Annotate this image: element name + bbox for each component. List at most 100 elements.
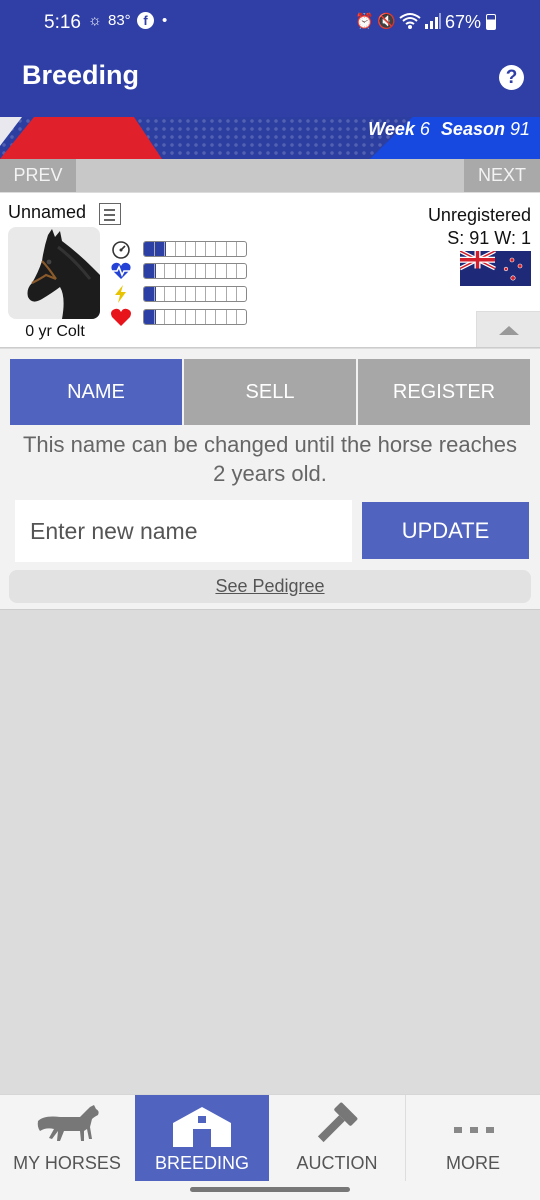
alarm-icon: ⏰ <box>355 13 374 30</box>
stat-bar-segment <box>164 310 166 324</box>
weather-icon: ☼ <box>88 12 102 29</box>
see-pedigree-link[interactable]: See Pedigree <box>9 570 531 603</box>
stat-bar-segment <box>174 264 176 278</box>
tab-name[interactable]: NAME <box>10 359 182 425</box>
registration-status: Unregistered <box>427 205 531 225</box>
stat-bar-segment <box>225 242 227 256</box>
lightning-icon <box>110 284 132 304</box>
nav-auction[interactable]: AUCTION <box>270 1095 404 1181</box>
stat-bar-segment <box>215 310 217 324</box>
stat-bar <box>143 286 247 302</box>
season-banner: Week 6 Season 91 <box>0 117 540 159</box>
next-button[interactable]: NEXT <box>464 159 540 192</box>
heartbeat-icon <box>110 261 132 281</box>
stat-bar-segment <box>235 310 237 324</box>
week-label: Week <box>368 119 415 139</box>
tab-sell[interactable]: SELL <box>184 359 356 425</box>
stat-bar <box>143 241 247 257</box>
home-indicator[interactable] <box>190 1187 350 1192</box>
nav-label: MY HORSES <box>13 1153 121 1173</box>
gavel-icon <box>270 1101 404 1149</box>
heart-icon <box>110 307 132 327</box>
horse-name: Unnamed <box>8 202 87 222</box>
week-value: 6 <box>419 119 430 139</box>
nav-my-horses[interactable]: MY HORSES <box>0 1095 134 1181</box>
stat-bar-segment <box>205 310 207 324</box>
app-header: 5:16 ☼ 83° f • ⏰ 🔇 67% Breeding ? <box>0 0 540 117</box>
wifi-icon <box>399 12 421 34</box>
more-dots-icon <box>406 1101 540 1149</box>
stat-bar-segment <box>184 287 186 301</box>
chevron-up-icon <box>499 326 519 335</box>
facebook-icon: f <box>137 12 154 29</box>
stat-bar-segment <box>215 264 217 278</box>
status-temperature: 83° <box>108 12 131 29</box>
stat-bar-segment <box>184 242 186 256</box>
prev-button[interactable]: PREV <box>0 159 76 192</box>
rename-note: This name can be changed until the horse… <box>22 432 518 486</box>
page-title: Breeding <box>22 60 140 90</box>
barn-icon <box>135 1101 269 1149</box>
battery-level: 67% <box>445 12 496 33</box>
collapse-button[interactable] <box>476 311 540 347</box>
stat-bar-segment <box>225 310 227 324</box>
horse-portrait[interactable] <box>8 227 100 319</box>
nav-label: MORE <box>446 1153 500 1173</box>
stat-bar-segment <box>205 264 207 278</box>
stat-bar-segment <box>154 242 156 256</box>
action-panel: NAME SELL REGISTER This name can be chan… <box>0 349 540 610</box>
stat-bar-segment <box>195 264 196 278</box>
pager-bar: PREV NEXT <box>0 159 540 192</box>
signal-icon <box>424 12 442 34</box>
season-label: Season <box>440 119 505 139</box>
update-button[interactable]: UPDATE <box>362 502 529 559</box>
stat-bar-segment <box>205 287 207 301</box>
week-season-label: Week 6 Season 91 <box>368 119 530 140</box>
stat-bar <box>143 263 247 279</box>
status-dot: • <box>162 12 168 29</box>
status-time: 5:16 <box>44 12 81 33</box>
horse-head-image <box>27 229 100 319</box>
battery-icon <box>486 14 496 30</box>
stat-bar-segment <box>195 287 196 301</box>
notes-icon[interactable] <box>99 203 121 225</box>
stat-bar-segment <box>235 287 237 301</box>
stat-bar-segment <box>205 242 207 256</box>
stat-bar-segment <box>195 310 196 324</box>
stat-bar <box>143 309 247 325</box>
stat-bar-segment <box>154 264 156 278</box>
season-week: S: 91 W: 1 <box>447 228 531 248</box>
season-value: 91 <box>509 119 530 139</box>
stat-bar-segment <box>195 242 196 256</box>
horse-icon <box>0 1101 134 1149</box>
stat-bar-segment <box>184 310 186 324</box>
stat-bar-segment <box>215 242 217 256</box>
stat-bar-segment <box>225 287 227 301</box>
stat-bar-segment <box>225 264 227 278</box>
stat-bar-segment <box>154 310 156 324</box>
stat-bar-segment <box>174 310 176 324</box>
stat-bar-segment <box>164 287 166 301</box>
stat-bar-segment <box>235 242 237 256</box>
tab-register[interactable]: REGISTER <box>358 359 530 425</box>
name-input[interactable] <box>15 500 352 562</box>
horse-age-sex: 0 yr Colt <box>25 323 85 340</box>
stat-bar-segment <box>164 264 166 278</box>
status-bar: 5:16 ☼ 83° f • ⏰ 🔇 67% <box>0 0 540 48</box>
stat-bar-segment <box>235 264 237 278</box>
horse-card: Unnamed 0 yr Colt Unregistered S: 91 W: … <box>0 193 540 348</box>
stat-bar-segment <box>174 242 176 256</box>
nav-more[interactable]: MORE <box>405 1095 540 1181</box>
speedometer-icon <box>110 239 132 259</box>
stat-bar-segment <box>215 287 217 301</box>
stat-bar-segment <box>184 264 186 278</box>
stat-bar-segment <box>154 287 156 301</box>
stat-bar-segment <box>164 242 166 256</box>
nav-label: AUCTION <box>296 1153 378 1173</box>
stat-bar-segment <box>174 287 176 301</box>
bottom-nav: MY HORSES BREEDING AUCTION MORE <box>0 1094 540 1200</box>
help-icon[interactable]: ? <box>499 65 524 90</box>
new-zealand-flag <box>460 251 531 286</box>
nav-breeding[interactable]: BREEDING <box>135 1095 269 1181</box>
mute-icon: 🔇 <box>377 13 396 30</box>
